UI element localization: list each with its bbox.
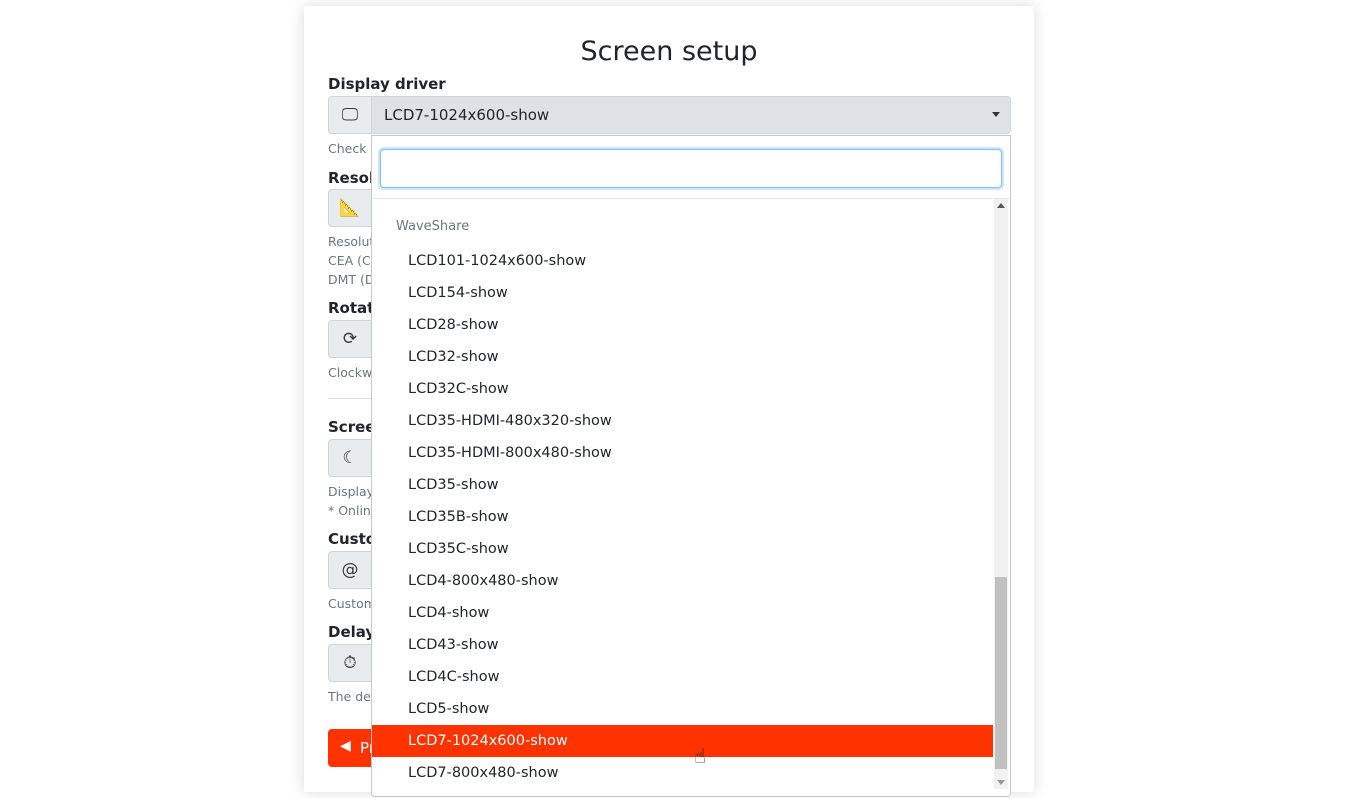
dropdown-search-input[interactable] [380, 149, 1002, 188]
dropdown-option[interactable]: LCD154-show [372, 277, 993, 309]
ruler-icon: 📐 [328, 189, 372, 227]
dropdown-option[interactable]: LCD35-show [372, 469, 993, 501]
at-icon: @ [328, 551, 372, 589]
monitor-icon: 🖵 [328, 96, 372, 134]
dropdown-option[interactable]: LCD35B-show [372, 501, 993, 533]
page-title: Screen setup [580, 36, 758, 67]
moon-icon: ☾ [328, 439, 372, 477]
hand-cursor-icon: ☝ [694, 744, 707, 768]
dropdown-option[interactable]: LCD32C-show [372, 373, 993, 405]
dropdown-list: WaveShare LCD101-1024x600-show LCD154-sho… [372, 209, 993, 789]
dropdown-option[interactable]: LCD32-show [372, 341, 993, 373]
custom-label: Custo [328, 530, 377, 548]
dropdown-option[interactable]: LCD4C-show [372, 661, 993, 693]
display-driver-value: LCD7-1024x600-show [384, 106, 550, 124]
scroll-down-icon[interactable] [997, 780, 1005, 789]
delay-label: Delay [328, 623, 376, 641]
dropdown-option[interactable]: LCD101-1024x600-show [372, 245, 993, 277]
dropdown-separator [372, 198, 1010, 199]
dropdown-option[interactable]: LCD4-800x480-show [372, 565, 993, 597]
dropdown-option[interactable]: LCD35C-show [372, 533, 993, 565]
display-driver-select[interactable]: LCD7-1024x600-show [371, 96, 1011, 134]
custom-help: Custom [328, 596, 376, 611]
caret-down-icon [992, 112, 1000, 121]
driver-dropdown: WaveShare LCD101-1024x600-show LCD154-sho… [371, 135, 1011, 797]
dropdown-option[interactable]: LCD28-show [372, 309, 993, 341]
display-driver-label: Display driver [328, 75, 446, 93]
scroll-up-icon[interactable] [997, 199, 1005, 208]
rotation-help: Clockwi [328, 365, 376, 380]
dropdown-option[interactable]: LCD35-HDMI-800x480-show [372, 437, 993, 469]
dropdown-option[interactable]: LCD5-show [372, 693, 993, 725]
chevron-left-circle-icon: ◀ [340, 738, 351, 754]
scrollbar[interactable] [994, 199, 1008, 789]
scrollbar-thumb[interactable] [995, 577, 1007, 769]
dropdown-option[interactable]: LCD7-800x480-show [372, 757, 993, 789]
dropdown-option[interactable]: LCD35-HDMI-480x320-show [372, 405, 993, 437]
stopwatch-icon: ⏱ [328, 644, 372, 682]
dropdown-option[interactable]: LCD7-1024x600-show [372, 725, 993, 757]
dropdown-option[interactable]: LCD4-show [372, 597, 993, 629]
rotate-icon: ⟳ [328, 320, 372, 358]
dropdown-option[interactable]: LCD43-show [372, 629, 993, 661]
resolution-help-3: DMT (D [328, 272, 375, 287]
group-header: WaveShare [396, 219, 470, 234]
